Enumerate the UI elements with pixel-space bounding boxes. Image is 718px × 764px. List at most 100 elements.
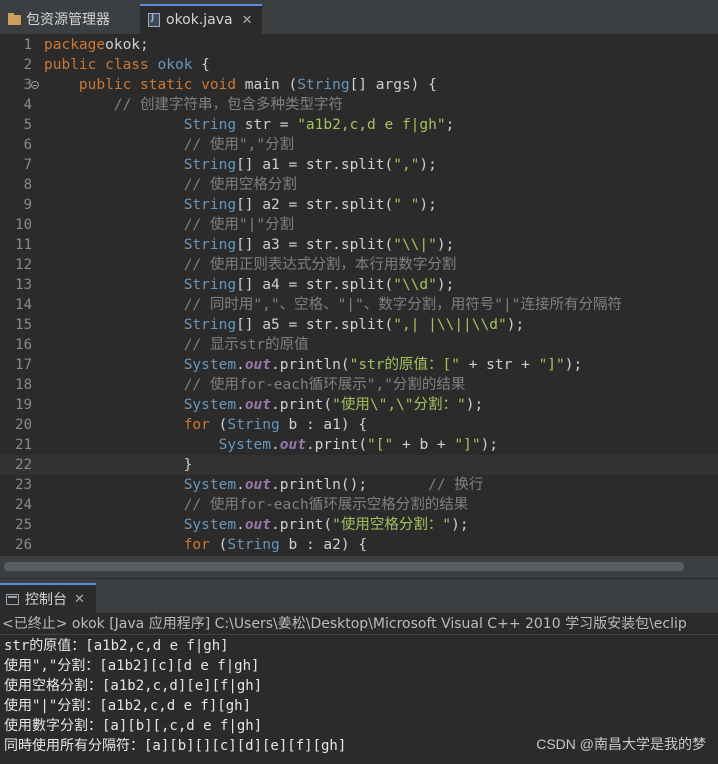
console-output: str的原值：[a1b2,c,d e f|gh] 使用","分割：[a1b2][… xyxy=(0,636,718,764)
code-line[interactable]: 10 // 使用"|"分割 xyxy=(0,215,718,235)
code-token: b : a2) { xyxy=(279,537,368,553)
code-text: // 使用","分割 xyxy=(44,135,294,155)
code-token: . xyxy=(236,477,245,493)
code-token: String xyxy=(183,197,237,213)
code-token: . xyxy=(236,397,245,413)
code-text: String[] a5 = str.split(",| |\\||\\d"); xyxy=(44,315,525,335)
code-text: for (String b : a1) { xyxy=(44,415,367,435)
code-token: ); xyxy=(465,397,484,413)
code-line[interactable]: 15 String[] a5 = str.split(",| |\\||\\d"… xyxy=(0,315,718,335)
java-file-icon xyxy=(148,13,160,27)
code-line[interactable]: 4 // 创建字符串，包含多种类型字符 xyxy=(0,95,718,115)
code-line[interactable]: 1 packageokok; xyxy=(0,35,718,55)
code-text: // 使用正则表达式分割，本行用数字分割 xyxy=(44,255,457,275)
code-token: "\\|" xyxy=(393,237,437,253)
code-line[interactable]: 11 String[] a3 = str.split("\\|"); xyxy=(0,235,718,255)
console-tab-label: 控制台 xyxy=(25,592,67,608)
code-line[interactable]: 19 System.out.print("使用\",\"分割："); xyxy=(0,395,718,415)
console-icon xyxy=(6,593,19,605)
code-token: . xyxy=(236,357,245,373)
code-text: System.out.print("[" + b + "]"); xyxy=(44,435,498,455)
tab-label: 包资源管理器 xyxy=(26,12,110,28)
editor-tab-bar: 包资源管理器 okok.java ✕ xyxy=(0,0,718,35)
code-line[interactable]: 17 System.out.println("str的原值：[" + str +… xyxy=(0,355,718,375)
code-line[interactable]: 18 // 使用for-each循环展示","分割的结果 xyxy=(0,375,718,395)
code-line[interactable]: 2 public class okok { xyxy=(0,55,718,75)
code-line[interactable]: 7 String[] a1 = str.split(","); xyxy=(0,155,718,175)
code-token: // 同时用","、空格、"|"、数字分割，用符号"|"连接所有分隔符 xyxy=(183,297,622,313)
code-line[interactable]: 22 } xyxy=(0,455,718,475)
code-line[interactable]: 5 String str = "a1b2,c,d e f|gh"; xyxy=(0,115,718,135)
code-line[interactable]: 23 System.out.println(); // 换行 xyxy=(0,475,718,495)
line-number: 6 xyxy=(23,137,32,153)
code-line[interactable]: 6 // 使用","分割 xyxy=(0,135,718,155)
code-token: "," xyxy=(393,157,420,173)
line-number: 7 xyxy=(23,157,32,173)
console-output-line: str的原值：[a1b2,c,d e f|gh] xyxy=(4,638,229,654)
line-number: 26 xyxy=(15,537,32,553)
code-line[interactable]: 3 public static void main (String[] args… xyxy=(0,75,718,95)
code-line[interactable]: 20 for (String b : a1) { xyxy=(0,415,718,435)
watermark: CSDN @南昌大学是我的梦 xyxy=(536,736,706,752)
code-text: System.out.println(); // 换行 xyxy=(44,475,484,495)
close-icon[interactable]: ✕ xyxy=(242,13,253,28)
code-token: + b + xyxy=(393,437,455,453)
code-line[interactable]: 25 System.out.print("使用空格分割："); xyxy=(0,515,718,535)
code-token: // 显示str的原值 xyxy=(183,337,309,353)
line-number: 12 xyxy=(15,257,32,273)
line-number: 23 xyxy=(15,477,32,493)
horizontal-scrollbar[interactable] xyxy=(0,556,718,579)
code-line[interactable]: 12 // 使用正则表达式分割，本行用数字分割 xyxy=(0,255,718,275)
line-number: 4 xyxy=(23,97,32,113)
console-tab-bar: 控制台 ✕ xyxy=(0,579,718,613)
line-number: 2 xyxy=(23,57,32,73)
code-token: String xyxy=(183,277,237,293)
code-token: public class xyxy=(44,57,158,73)
code-line[interactable]: 26 for (String b : a2) { xyxy=(0,535,718,555)
code-line[interactable]: 21 System.out.print("[" + b + "]"); xyxy=(0,435,718,455)
code-token: out xyxy=(244,397,272,413)
code-editor[interactable]: 1 packageokok; 2 public class okok {3 publi… xyxy=(0,35,718,556)
code-token: String xyxy=(297,77,350,93)
code-line[interactable]: 13 String[] a4 = str.split("\\d"); xyxy=(0,275,718,295)
code-token: .print( xyxy=(271,517,333,533)
code-token: okok xyxy=(157,57,193,73)
code-line[interactable]: 16 // 显示str的原值 xyxy=(0,335,718,355)
close-icon[interactable]: ✕ xyxy=(74,592,85,607)
code-token: .println( xyxy=(271,357,350,373)
fold-toggle-icon[interactable] xyxy=(31,81,39,89)
code-token: + str + xyxy=(459,357,539,373)
tab-console[interactable]: 控制台 ✕ xyxy=(0,583,96,613)
tab-okok-java[interactable]: okok.java ✕ xyxy=(140,4,262,34)
code-line[interactable]: 14 // 同时用","、空格、"|"、数字分割，用符号"|"连接所有分隔符 xyxy=(0,295,718,315)
code-token: [] a3 = str.split( xyxy=(236,237,394,253)
code-text: // 使用"|"分割 xyxy=(44,215,294,235)
line-number: 24 xyxy=(15,497,32,513)
scrollbar-thumb[interactable] xyxy=(4,562,684,571)
code-line[interactable]: 8 // 使用空格分割 xyxy=(0,175,718,195)
code-line[interactable]: 9 String[] a2 = str.split(" "); xyxy=(0,195,718,215)
code-line[interactable]: 24 // 使用for-each循环展示空格分割的结果 xyxy=(0,495,718,515)
code-text: } xyxy=(44,455,193,475)
code-token: okok; xyxy=(105,37,149,53)
line-number: 3 xyxy=(23,77,32,93)
code-token: System xyxy=(183,477,237,493)
code-token: // 使用for-each循环展示空格分割的结果 xyxy=(183,497,469,513)
line-number: 15 xyxy=(15,317,32,333)
code-token: package xyxy=(44,37,106,53)
tab-package-explorer[interactable]: 包资源管理器 xyxy=(0,4,132,34)
code-text: // 创建字符串，包含多种类型字符 xyxy=(44,95,343,115)
code-token: // 使用","分割 xyxy=(183,137,295,153)
